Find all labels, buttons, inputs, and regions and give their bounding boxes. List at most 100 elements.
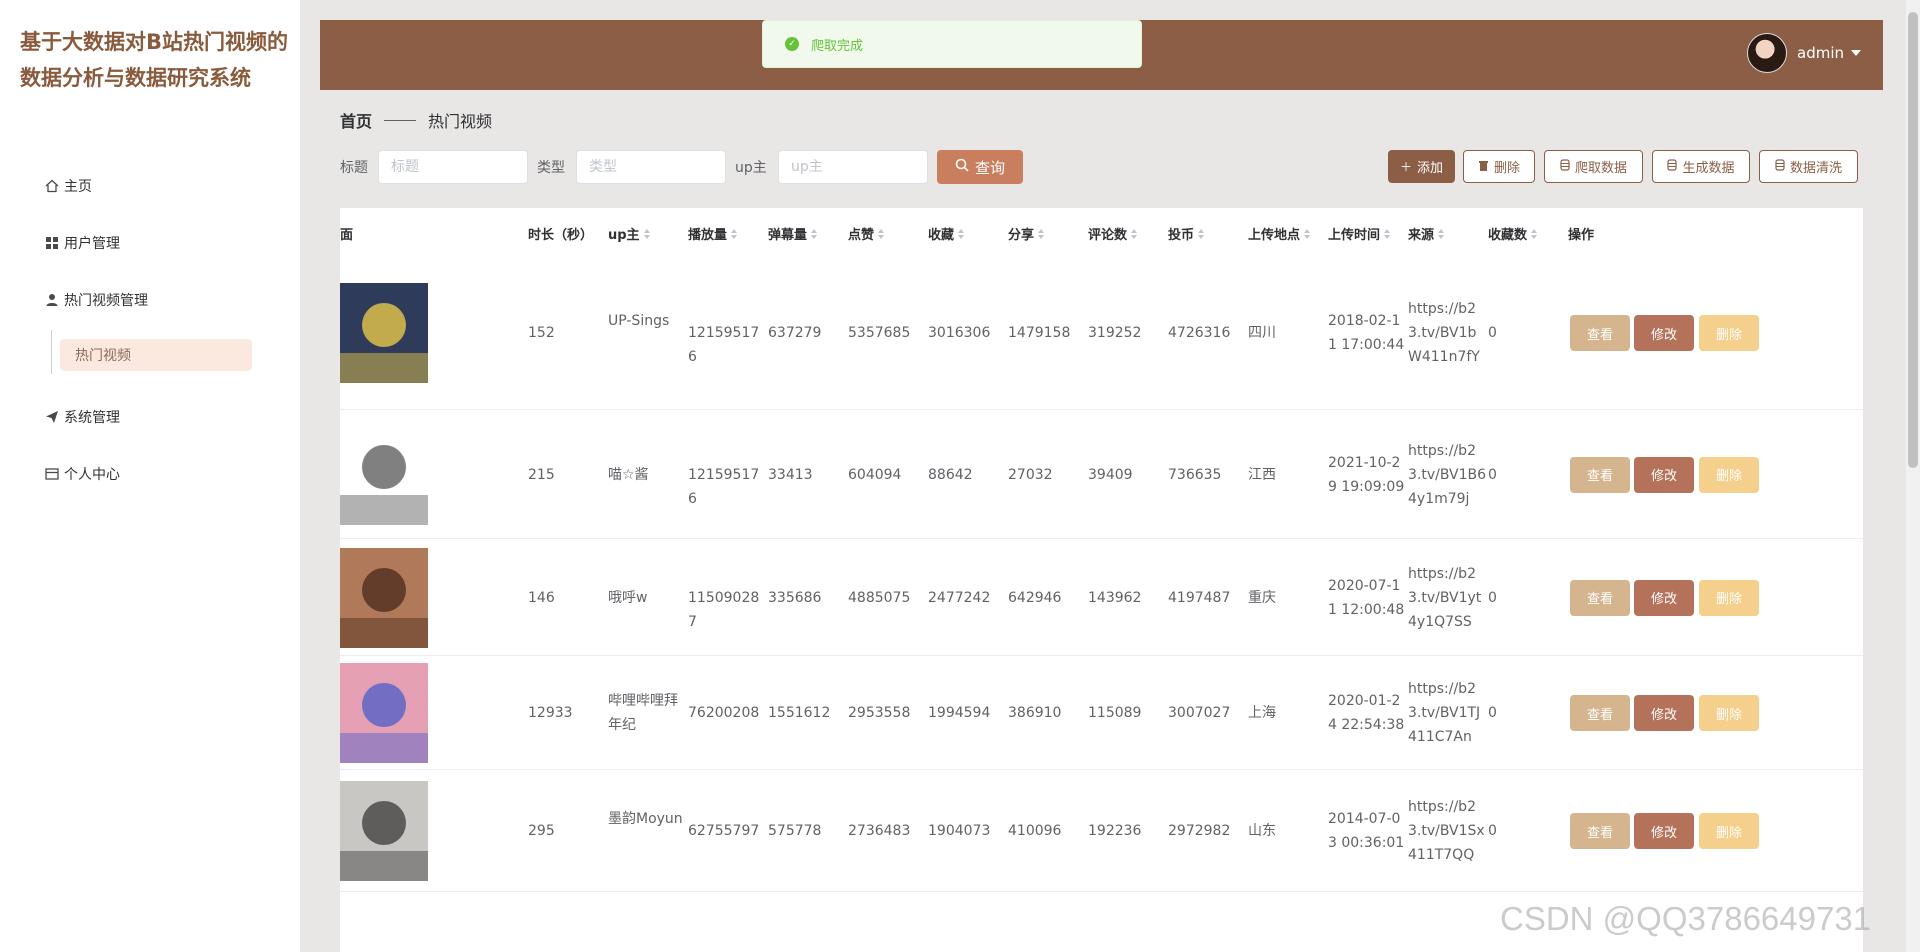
cell-location: 上海 xyxy=(1248,705,1276,721)
cell-like: 2736483 xyxy=(848,823,911,839)
query-button[interactable]: 查询 xyxy=(937,150,1023,184)
cell-location: 四川 xyxy=(1248,325,1276,341)
sort-icon[interactable] xyxy=(811,228,818,239)
sort-icon[interactable] xyxy=(1531,228,1538,239)
sort-icon[interactable] xyxy=(1198,228,1205,239)
cell-up: 哔哩哔哩拜年纪 xyxy=(608,693,678,733)
cell-time: 2014-07-03 00:36:01 xyxy=(1328,811,1405,851)
plus-icon: ＋ xyxy=(1399,160,1412,174)
edit-button[interactable]: 修改 xyxy=(1634,579,1694,616)
avatar[interactable] xyxy=(1747,33,1787,73)
video-cover-image[interactable] xyxy=(340,663,428,763)
trash-icon xyxy=(1478,159,1489,174)
breadcrumb-home[interactable]: 首页 xyxy=(340,108,372,132)
delete-row-button[interactable]: 删除 xyxy=(1699,315,1759,351)
cell-fav: 2477242 xyxy=(928,589,991,606)
view-button[interactable]: 查看 xyxy=(1570,695,1630,731)
watermark: CSDN @QQ3786649731 xyxy=(1500,900,1872,937)
col-play[interactable]: 播放量 xyxy=(688,224,738,243)
edit-button[interactable]: 修改 xyxy=(1634,456,1694,493)
delete-row-button[interactable]: 删除 xyxy=(1699,695,1759,731)
submenu-divider xyxy=(51,330,52,374)
col-danmu[interactable]: 弹幕量 xyxy=(768,224,818,243)
col-source[interactable]: 来源 xyxy=(1408,224,1445,243)
delete-row-button[interactable]: 删除 xyxy=(1699,456,1759,493)
crawl-button[interactable]: 爬取数据 xyxy=(1544,150,1643,183)
cell-play: 115090287 xyxy=(688,589,760,630)
video-cover-image[interactable] xyxy=(340,424,428,525)
type-input[interactable] xyxy=(576,150,726,184)
cell-like: 604094 xyxy=(848,466,902,483)
table-row: 146 哦呼w 115090287 335686 4885075 2477242 64294… xyxy=(340,539,1863,656)
sort-icon[interactable] xyxy=(731,228,738,239)
sort-icon[interactable] xyxy=(1304,228,1311,239)
cell-time: 2020-01-24 22:54:38 xyxy=(1328,693,1405,733)
col-ops: 操作 xyxy=(1568,228,1595,243)
view-button[interactable]: 查看 xyxy=(1570,456,1630,493)
sort-icon[interactable] xyxy=(1438,228,1445,239)
view-button[interactable]: 查看 xyxy=(1570,813,1630,849)
title-label: 标题 xyxy=(340,160,368,176)
video-cover-image[interactable] xyxy=(340,781,428,881)
add-button[interactable]: ＋ 添加 xyxy=(1388,150,1455,183)
send-icon xyxy=(44,409,60,425)
cell-play: 76200208 xyxy=(688,705,760,721)
sort-icon[interactable] xyxy=(1038,228,1045,239)
sort-icon[interactable] xyxy=(958,228,965,239)
col-favcount[interactable]: 收藏数 xyxy=(1488,224,1538,243)
col-like[interactable]: 点赞 xyxy=(848,224,885,243)
edit-button[interactable]: 修改 xyxy=(1634,695,1694,731)
delete-label: 删除 xyxy=(1493,161,1520,176)
col-location[interactable]: 上传地点 xyxy=(1248,224,1311,243)
edit-button[interactable]: 修改 xyxy=(1634,813,1694,849)
sidebar-item-system[interactable]: 系统管理 xyxy=(44,405,120,429)
cell-coin: 3007027 xyxy=(1168,705,1231,721)
type-label: 类型 xyxy=(537,160,565,176)
col-up[interactable]: up主 xyxy=(608,224,650,243)
video-cover-image[interactable] xyxy=(340,283,428,383)
table-header: 面 时长（秒） up主 播放量 弹幕量 点赞 收藏 分享 评论数 投币 上传地点… xyxy=(340,208,1863,256)
cell-danmu: 637279 xyxy=(768,325,822,341)
sidebar-item-users[interactable]: 用户管理 xyxy=(44,231,120,255)
col-coin[interactable]: 投币 xyxy=(1168,224,1205,243)
cell-share: 642946 xyxy=(1008,589,1062,606)
cell-duration: 215 xyxy=(528,466,555,483)
cell-danmu: 1551612 xyxy=(768,705,831,721)
edit-button[interactable]: 修改 xyxy=(1634,315,1694,351)
sort-icon[interactable] xyxy=(1131,228,1138,239)
sort-icon[interactable] xyxy=(1384,228,1391,239)
cell-favcount: 0 xyxy=(1488,325,1497,341)
generate-button[interactable]: 生成数据 xyxy=(1652,150,1750,183)
sidebar-subitem-hot-video[interactable]: 热门视频 xyxy=(60,339,252,371)
col-share[interactable]: 分享 xyxy=(1008,224,1045,243)
delete-button[interactable]: 删除 xyxy=(1463,150,1535,183)
col-time[interactable]: 上传时间 xyxy=(1328,224,1391,243)
up-input[interactable] xyxy=(778,150,928,184)
sidebar-item-home[interactable]: 主页 xyxy=(44,174,92,198)
view-button[interactable]: 查看 xyxy=(1570,315,1630,351)
col-fav[interactable]: 收藏 xyxy=(928,224,965,243)
sidebar-item-hot-videos[interactable]: 热门视频管理 xyxy=(44,288,148,312)
cell-favcount: 0 xyxy=(1488,705,1497,721)
query-label: 查询 xyxy=(974,158,1005,177)
video-cover-image[interactable] xyxy=(340,547,428,648)
cell-coin: 2972982 xyxy=(1168,823,1231,839)
delete-row-button[interactable]: 删除 xyxy=(1699,813,1759,849)
toast-text: 爬取完成 xyxy=(811,38,864,54)
chevron-down-icon[interactable] xyxy=(1851,50,1861,56)
col-comment[interactable]: 评论数 xyxy=(1088,224,1138,243)
database-icon xyxy=(1560,159,1570,174)
username[interactable]: admin xyxy=(1797,44,1844,62)
title-input[interactable] xyxy=(378,150,528,184)
sidebar-item-profile[interactable]: 个人中心 xyxy=(44,462,120,486)
delete-row-button[interactable]: 删除 xyxy=(1699,579,1759,616)
clean-button[interactable]: 数据清洗 xyxy=(1759,150,1858,183)
breadcrumb-current: 热门视频 xyxy=(428,112,493,131)
view-button[interactable]: 查看 xyxy=(1570,579,1630,616)
sidebar-item-label: 个人中心 xyxy=(64,467,120,483)
sort-icon[interactable] xyxy=(643,228,650,239)
cell-fav: 1904073 xyxy=(928,823,991,839)
page-scrollbar-thumb[interactable] xyxy=(1908,12,1918,468)
sort-icon[interactable] xyxy=(878,228,885,239)
cell-share: 386910 xyxy=(1008,705,1062,721)
